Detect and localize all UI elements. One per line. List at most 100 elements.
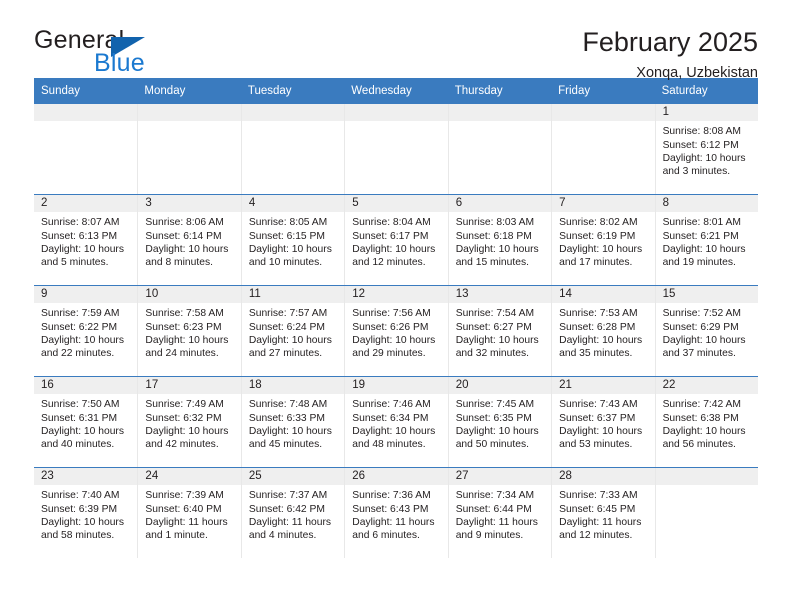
sunset-text: Sunset: 6:44 PM [455, 503, 532, 515]
calendar-day-cell[interactable]: 22 Sunrise: 7:42 AM Sunset: 6:38 PM Dayligh… [654, 377, 758, 468]
calendar-grid: Sunday Monday Tuesday Wednesday Thursday… [34, 78, 758, 559]
day-sun-info: Sunrise: 7:49 AM Sunset: 6:32 PM Daylight:… [138, 394, 240, 451]
sunset-text: Sunset: 6:12 PM [662, 139, 739, 151]
sunrise-text: Sunrise: 7:58 AM [145, 308, 224, 320]
day-number: 1 [655, 104, 758, 122]
day-number: 24 [138, 468, 241, 486]
calendar-day-cell[interactable]: 20 Sunrise: 7:45 AM Sunset: 6:35 PM Dayligh… [447, 377, 552, 468]
logo-text-blue: Blue [94, 49, 145, 77]
calendar-day-cell[interactable]: 14 Sunrise: 7:53 AM Sunset: 6:28 PM Dayligh… [551, 286, 655, 377]
day-number [345, 104, 448, 122]
day-sun-info: Sunrise: 7:46 AM Sunset: 6:34 PM Daylight:… [345, 394, 447, 451]
sunset-text: Sunset: 6:13 PM [41, 230, 118, 242]
sunset-text: Sunset: 6:39 PM [41, 503, 118, 515]
calendar-day-cell[interactable]: 8 Sunrise: 8:01 AM Sunset: 6:21 PM Daylight… [654, 195, 758, 286]
calendar-day-cell[interactable]: 27 Sunrise: 7:34 AM Sunset: 6:44 PM Dayligh… [447, 468, 552, 559]
calendar-day-cell[interactable]: 5 Sunrise: 8:04 AM Sunset: 6:17 PM Daylight… [344, 195, 448, 286]
calendar-day-cell[interactable]: 19 Sunrise: 7:46 AM Sunset: 6:34 PM Dayligh… [344, 377, 448, 468]
calendar-day-cell[interactable]: 16 Sunrise: 7:50 AM Sunset: 6:31 PM Dayligh… [34, 377, 138, 467]
daylight-text: Daylight: 10 hours and 45 minutes. [248, 425, 332, 450]
day-number: 2 [34, 195, 138, 213]
day-number [655, 468, 758, 486]
daylight-text: Daylight: 10 hours and 56 minutes. [662, 425, 746, 450]
daylight-text: Daylight: 11 hours and 6 minutes. [352, 516, 435, 541]
calendar-day-cell[interactable]: 23 Sunrise: 7:40 AM Sunset: 6:39 PM Dayligh… [34, 468, 138, 558]
sunrise-text: Sunrise: 7:36 AM [352, 490, 431, 502]
sunrise-text: Sunrise: 7:49 AM [145, 399, 224, 411]
calendar-day-cell-empty [654, 468, 758, 559]
weekday-thursday: Thursday [454, 85, 503, 97]
calendar-day-cell[interactable]: 28 Sunrise: 7:33 AM Sunset: 6:45 PM Dayligh… [551, 468, 655, 559]
day-sun-info: Sunrise: 8:04 AM Sunset: 6:17 PM Daylight:… [345, 212, 447, 269]
calendar-day-cell-empty [551, 104, 655, 195]
day-sun-info: Sunrise: 7:59 AM Sunset: 6:22 PM Daylight:… [34, 303, 137, 360]
day-sun-info: Sunrise: 7:48 AM Sunset: 6:33 PM Daylight:… [242, 394, 344, 451]
sunset-text: Sunset: 6:19 PM [559, 230, 636, 242]
calendar-day-cell[interactable]: 17 Sunrise: 7:49 AM Sunset: 6:32 PM Dayligh… [137, 377, 241, 468]
day-sun-info: Sunrise: 7:45 AM Sunset: 6:35 PM Daylight:… [449, 394, 551, 451]
day-number: 20 [448, 377, 552, 395]
page-title: February 2025 [582, 27, 758, 57]
day-number: 12 [345, 286, 448, 304]
calendar-day-cell[interactable]: 10 Sunrise: 7:58 AM Sunset: 6:23 PM Dayligh… [137, 286, 241, 377]
calendar-day-cell[interactable]: 1 Sunrise: 8:08 AM Sunset: 6:12 PM Daylight… [654, 104, 758, 195]
sunset-text: Sunset: 6:27 PM [455, 321, 532, 333]
sunrise-text: Sunrise: 7:56 AM [352, 308, 431, 320]
calendar-day-cell[interactable]: 25 Sunrise: 7:37 AM Sunset: 6:42 PM Dayligh… [240, 468, 345, 559]
daylight-text: Daylight: 10 hours and 27 minutes. [248, 334, 332, 359]
sunrise-text: Sunrise: 8:07 AM [41, 217, 120, 229]
calendar-day-cell[interactable]: 3 Sunrise: 8:06 AM Sunset: 6:14 PM Daylight… [137, 195, 241, 286]
sunset-text: Sunset: 6:35 PM [455, 412, 532, 424]
calendar-day-cell[interactable]: 24 Sunrise: 7:39 AM Sunset: 6:40 PM Dayligh… [137, 468, 241, 559]
day-number: 22 [655, 377, 758, 395]
calendar-day-cell-empty [137, 104, 241, 195]
calendar-day-cell-empty [240, 104, 345, 195]
sunrise-text: Sunrise: 7:45 AM [455, 399, 535, 411]
day-number: 11 [241, 286, 345, 304]
general-blue-logo[interactable]: General Blue [34, 26, 224, 82]
day-number: 3 [138, 195, 241, 213]
calendar-day-cell[interactable]: 21 Sunrise: 7:43 AM Sunset: 6:37 PM Dayligh… [551, 377, 655, 468]
day-number: 15 [655, 286, 758, 304]
daylight-text: Daylight: 10 hours and 50 minutes. [455, 425, 539, 450]
sunrise-text: Sunrise: 7:59 AM [41, 308, 120, 320]
daylight-text: Daylight: 10 hours and 40 minutes. [41, 425, 124, 450]
sunset-text: Sunset: 6:15 PM [248, 230, 325, 242]
day-sun-info: Sunrise: 7:36 AM Sunset: 6:43 PM Daylight:… [345, 485, 447, 542]
day-number: 19 [345, 377, 448, 395]
day-number: 4 [241, 195, 345, 213]
calendar-day-cell[interactable]: 13 Sunrise: 7:54 AM Sunset: 6:27 PM Dayligh… [447, 286, 552, 377]
day-sun-info: Sunrise: 8:03 AM Sunset: 6:18 PM Daylight:… [449, 212, 551, 269]
sunset-text: Sunset: 6:22 PM [41, 321, 118, 333]
calendar-day-cell[interactable]: 2 Sunrise: 8:07 AM Sunset: 6:13 PM Daylight… [34, 195, 138, 285]
calendar-day-cell[interactable]: 11 Sunrise: 7:57 AM Sunset: 6:24 PM Dayligh… [240, 286, 345, 377]
calendar-day-cell[interactable]: 26 Sunrise: 7:36 AM Sunset: 6:43 PM Dayligh… [344, 468, 448, 559]
sunrise-text: Sunrise: 7:34 AM [455, 490, 535, 502]
sunset-text: Sunset: 6:23 PM [145, 321, 222, 333]
sunset-text: Sunset: 6:40 PM [145, 503, 222, 515]
sunrise-text: Sunrise: 8:03 AM [455, 217, 535, 229]
day-sun-info: Sunrise: 8:02 AM Sunset: 6:19 PM Daylight:… [552, 212, 654, 269]
calendar-day-cell[interactable]: 15 Sunrise: 7:52 AM Sunset: 6:29 PM Dayligh… [654, 286, 758, 377]
daylight-text: Daylight: 10 hours and 53 minutes. [559, 425, 643, 450]
calendar-week-row: 9 Sunrise: 7:59 AM Sunset: 6:22 PM Daylight… [34, 285, 758, 377]
day-number [241, 104, 345, 122]
day-number: 16 [34, 377, 138, 395]
daylight-text: Daylight: 11 hours and 4 minutes. [248, 516, 332, 541]
day-number: 17 [138, 377, 241, 395]
day-number: 14 [552, 286, 655, 304]
calendar-day-cell[interactable]: 4 Sunrise: 8:05 AM Sunset: 6:15 PM Daylight… [240, 195, 345, 286]
daylight-text: Daylight: 10 hours and 10 minutes. [248, 243, 332, 268]
calendar-day-cell[interactable]: 6 Sunrise: 8:03 AM Sunset: 6:18 PM Daylight… [447, 195, 552, 286]
day-sun-info: Sunrise: 7:54 AM Sunset: 6:27 PM Daylight:… [449, 303, 551, 360]
calendar-day-cell[interactable]: 9 Sunrise: 7:59 AM Sunset: 6:22 PM Daylight… [34, 286, 138, 376]
calendar-day-cell[interactable]: 18 Sunrise: 7:48 AM Sunset: 6:33 PM Dayligh… [240, 377, 345, 468]
calendar-day-cell[interactable]: 12 Sunrise: 7:56 AM Sunset: 6:26 PM Dayligh… [344, 286, 448, 377]
daylight-text: Daylight: 10 hours and 12 minutes. [352, 243, 436, 268]
sunrise-text: Sunrise: 7:50 AM [41, 399, 120, 411]
sunset-text: Sunset: 6:45 PM [559, 503, 636, 515]
day-number: 5 [345, 195, 448, 213]
sunset-text: Sunset: 6:34 PM [352, 412, 429, 424]
calendar-day-cell[interactable]: 7 Sunrise: 8:02 AM Sunset: 6:19 PM Daylight… [551, 195, 655, 286]
sunrise-text: Sunrise: 7:40 AM [41, 490, 120, 502]
